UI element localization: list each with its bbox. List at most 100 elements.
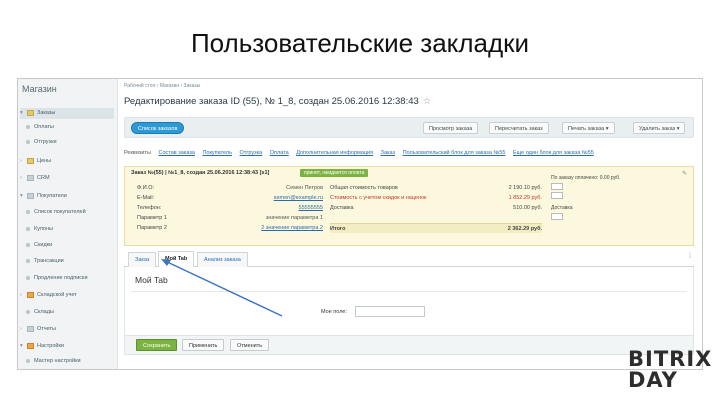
bullet-icon [26, 209, 30, 214]
customer-fields: Ф.И.О: Семен Петров E-Mail: semen@example.… [137, 183, 323, 233]
breadcrumb[interactable]: Рабочий стол › Магазин › Заказы [124, 83, 200, 89]
print-order-button[interactable]: Печать заказа ▾ [562, 122, 615, 134]
sidebar-item-prices[interactable]: › Цены [20, 156, 51, 167]
status-badge: принят, ожидается оплата [300, 169, 369, 177]
funnel-icon [27, 174, 34, 181]
bullet-icon [26, 258, 30, 263]
section-link[interactable]: Покупатель [202, 150, 232, 156]
form-footer: Сохранить Применить Отменить [124, 335, 694, 355]
admin-screenshot: Магазин ▾ Заказы Оплаты Отгрузки › Цены › C… [17, 78, 703, 370]
sidebar-item-transactions[interactable]: Трансакции [20, 256, 64, 267]
section-link[interactable]: Оплата [270, 150, 289, 156]
chevron-down-icon[interactable]: ▾ [20, 108, 26, 119]
tab-order[interactable]: Заказ [128, 252, 157, 267]
sidebar-item-coupons[interactable]: Купоны [20, 224, 53, 235]
section-link[interactable]: Еще один блок для заказа №55 [513, 150, 594, 156]
chevron-right-icon[interactable]: › [20, 324, 26, 335]
total-row [330, 213, 542, 223]
slide: Пользовательские закладки Магазин ▾ Заказ… [0, 0, 720, 405]
bitrix-day-logo: BITRIX DAY [628, 349, 714, 393]
order-header: Заказ №(55) | №1_8, создан 25.06.2016 12… [131, 170, 270, 176]
sidebar-item-discounts[interactable]: Скидки [20, 240, 52, 251]
email-link[interactable]: semen@example.ru [274, 193, 323, 203]
payment-notes: По заказу оплачено: 0.00 руб. Доставка [551, 175, 691, 220]
folder-icon [27, 109, 34, 116]
apply-button[interactable]: Применить [182, 339, 225, 351]
page-title: Редактирование заказа ID (55), № 1_8, со… [124, 96, 432, 107]
order-summary: Заказ №(55) | №1_8, создан 25.06.2016 12… [124, 166, 694, 246]
logo-line-2: DAY [628, 368, 678, 392]
field-row: E-Mail: semen@example.ru [137, 193, 323, 203]
chevron-right-icon[interactable]: › [20, 156, 26, 167]
delivery-icon[interactable] [551, 213, 563, 220]
sidebar-item-orders[interactable]: ▾ Заказы [20, 108, 114, 119]
save-button[interactable]: Сохранить [136, 339, 178, 351]
bullet-icon [26, 358, 30, 363]
payment-icon[interactable] [551, 192, 563, 199]
section-link[interactable]: Дополнительная информация [296, 150, 373, 156]
bullet-icon [26, 275, 30, 280]
report-icon [27, 325, 34, 332]
total-row: Стоимость с учетом скидок и наценок 1 852… [330, 195, 542, 201]
section-links: Реквизиты Состав заказа Покупатель Отгру… [124, 150, 600, 156]
folder-icon [27, 157, 34, 164]
section-link[interactable]: Отгрузка [240, 150, 263, 156]
recalc-order-button[interactable]: Пересчитать заказ [489, 122, 549, 134]
param-link[interactable]: 2 значение параметра 2 [261, 223, 323, 233]
sidebar-item-crm[interactable]: › CRM [20, 173, 50, 184]
field-row: Телефон: 55555555 [137, 203, 323, 213]
sidebar-item-subscription[interactable]: Продление подписки [20, 273, 88, 284]
order-list-button[interactable]: Список заказов [131, 122, 185, 134]
payment-icon[interactable] [551, 183, 563, 190]
tab-order-analysis[interactable]: Анализ заказа [197, 252, 248, 267]
more-icon[interactable]: ⁞ [689, 253, 691, 260]
sidebar-title: Магазин [22, 84, 57, 94]
tab-my-tab[interactable]: Мой Tab [158, 251, 195, 267]
users-icon [27, 192, 34, 199]
section-link[interactable]: Заказ [381, 150, 395, 156]
bullet-icon [26, 124, 30, 129]
my-field-label: Мое поле: [321, 309, 348, 315]
sidebar-item-customer-list[interactable]: Список покупателей [20, 207, 86, 218]
warehouse-icon [27, 291, 34, 298]
view-order-button[interactable]: Просмотр заказа [423, 122, 479, 134]
section-link[interactable]: Реквизиты [124, 150, 151, 156]
chevron-down-icon[interactable]: ▾ [20, 341, 26, 352]
total-row: Общая стоимость товаров 2 190.10 руб. [330, 185, 542, 191]
cancel-button[interactable]: Отменить [230, 339, 270, 351]
chevron-down-icon[interactable]: ▾ [20, 191, 26, 202]
slide-title: Пользовательские закладки [190, 28, 530, 58]
sidebar-item-payments[interactable]: Оплаты [20, 122, 54, 133]
delete-order-button[interactable]: Удалить заказ ▾ [633, 122, 686, 134]
field-row: Параметр 22 значение параметра 2 [137, 223, 323, 233]
grand-total-row: Итого 2 362.29 руб. [330, 223, 542, 233]
sidebar-item-shipments[interactable]: Отгрузки [20, 137, 57, 148]
sidebar-item-wizard[interactable]: Мастер настройки [20, 356, 81, 367]
divider [131, 291, 687, 292]
sidebar-item-warehouse[interactable]: › Складской учет [20, 290, 77, 301]
chevron-right-icon[interactable]: › [20, 290, 26, 301]
bullet-icon [26, 309, 30, 314]
order-totals: Общая стоимость товаров 2 190.10 руб. Сто… [330, 183, 542, 233]
main-area: Рабочий стол › Магазин › Заказы Редактир… [119, 79, 702, 369]
star-icon[interactable]: ☆ [423, 96, 432, 107]
logo-line-1: BITRIX [628, 347, 713, 371]
bullet-icon [26, 226, 30, 231]
phone-link[interactable]: 55555555 [299, 203, 323, 213]
chevron-right-icon[interactable]: › [20, 173, 26, 184]
toolbar: Список заказов Просмотр заказа Пересчита… [124, 117, 694, 138]
field-row: Ф.И.О: Семен Петров [137, 185, 323, 191]
sidebar-item-stores[interactable]: Склады [20, 307, 54, 318]
sidebar-item-reports[interactable]: › Отчеты [20, 324, 56, 335]
payment-note: По заказу оплачено: 0.00 руб. [551, 175, 621, 181]
sidebar: Магазин ▾ Заказы Оплаты Отгрузки › Цены › C… [18, 79, 118, 369]
dropdown-arrow-icon: ▾ [605, 126, 609, 132]
section-link[interactable]: Пользовательский блок для заказа №55 [403, 150, 506, 156]
bullet-icon [26, 242, 30, 247]
content-title: Мой Tab [135, 275, 168, 285]
sidebar-item-customers[interactable]: ▾ Покупатели [20, 191, 67, 202]
tab-content: Мой Tab Мое поле: [124, 267, 694, 337]
sidebar-item-settings[interactable]: ▾ Настройки [20, 341, 64, 352]
my-field-input[interactable] [355, 306, 425, 317]
section-link[interactable]: Состав заказа [158, 150, 194, 156]
